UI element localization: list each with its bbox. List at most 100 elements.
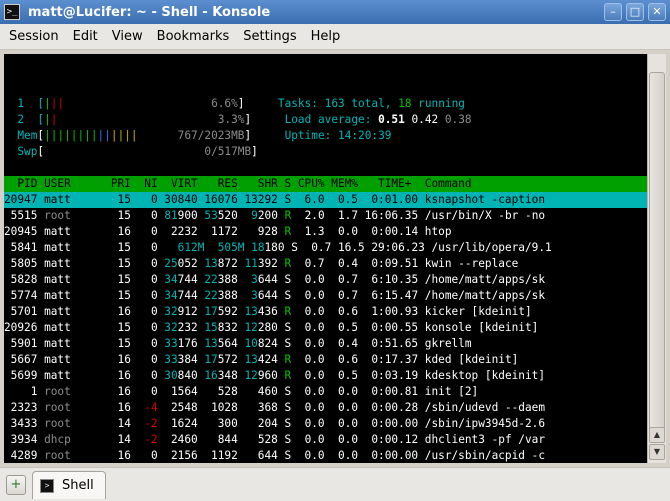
menu-edit[interactable]: Edit [66, 29, 105, 44]
process-row: 20926 matt 15 0 32232 15832 12280 S 0.0 … [4, 320, 538, 336]
terminal-text: -2 [144, 417, 158, 430]
menu-bookmarks[interactable]: Bookmarks [150, 29, 237, 44]
terminal-text: -2 [144, 433, 158, 446]
terminal-text: 9 [251, 209, 258, 222]
terminal-text: 200 [257, 209, 285, 222]
tab-label: Shell [62, 478, 94, 493]
terminal-text: 15 0 [70, 209, 165, 222]
process-row: 20945 matt 16 0 2232 1172 928 R 1.3 0.0 … [4, 224, 452, 240]
terminal-text: 6.6% [64, 97, 238, 110]
terminal-text: root [44, 401, 71, 414]
process-row: 1 root 16 0 1564 528 460 S 0.0 0.0 0:00.… [4, 384, 479, 400]
terminal-text: 13 [244, 353, 258, 366]
terminal-icon: > [40, 478, 54, 493]
terminal-text: 16 0 1564 528 460 S 0.0 0.0 0:00.81 init… [70, 385, 479, 398]
terminal-text: Uptime: [284, 129, 339, 142]
terminal-text: root [44, 449, 71, 462]
terminal-text: Load average: [284, 113, 379, 126]
terminal-text: 3934 [4, 433, 45, 446]
terminal-text: 384 [177, 353, 205, 366]
terminal-text: 163 [324, 97, 345, 110]
terminal-text: 5667 matt 16 0 [4, 353, 165, 366]
meter-line: 2 [|| 3.3%] Load average: 0.51 0.42 0.38 [4, 112, 471, 128]
menu-session[interactable]: Session [2, 29, 66, 44]
terminal-text: 388 [217, 273, 252, 286]
terminal-text: 767/2023MB [137, 129, 245, 142]
vertical-scrollbar[interactable]: ▲ ▼ [647, 54, 666, 463]
tab-bar: + > Shell [0, 467, 670, 501]
terminal-text: 2323 [4, 401, 45, 414]
terminal-text: 20945 matt 16 0 2232 1172 928 [4, 225, 285, 238]
maximize-icon[interactable]: □ [626, 3, 644, 21]
terminal-text: 14 [70, 417, 145, 430]
menu-help[interactable]: Help [304, 29, 348, 44]
terminal-text: ] [251, 145, 258, 158]
terminal-text: 34 [164, 273, 178, 286]
terminal-text: 5841 matt 15 0 [4, 241, 178, 254]
menu-view[interactable]: View [105, 29, 150, 44]
terminal-text: 11 [244, 257, 258, 270]
process-row: 5805 matt 15 0 25052 13872 11392 R 0.7 0… [4, 256, 519, 272]
process-row: 5699 matt 16 0 30840 16348 12960 R 0.0 0… [4, 368, 545, 384]
process-table-header: PID USER PRI NI VIRT RES SHR S CPU% MEM%… [4, 176, 647, 192]
tab-shell[interactable]: > Shell [32, 471, 106, 499]
menu-settings[interactable]: Settings [236, 29, 303, 44]
terminal-text: 0/517MB [44, 145, 252, 158]
terminal-text: root [44, 385, 71, 398]
terminal-text: 81 [164, 209, 178, 222]
scroll-up-icon[interactable]: ▲ [649, 427, 665, 443]
terminal-text: 180 S 0.7 16.5 29:06.23 /usr/lib/opera/9… [264, 241, 552, 254]
new-tab-icon[interactable]: + [6, 475, 26, 495]
terminal-text: 14 [70, 433, 145, 446]
terminal-text: 17 [204, 305, 218, 318]
terminal-text: 4289 [4, 449, 45, 462]
terminal-text: 744 [177, 273, 205, 286]
terminal-area[interactable]: 1 [||| 6.6%] Tasks: 163 total, 18 runnin… [4, 54, 647, 463]
terminal-text: | [44, 97, 51, 110]
terminal-text: 5901 matt 15 0 [4, 337, 165, 350]
terminal-text: 34 [164, 289, 178, 302]
close-icon[interactable]: ✕ [648, 3, 666, 21]
terminal-text: 13 [204, 257, 218, 270]
terminal-text: 520 [217, 209, 252, 222]
terminal-text: 564 [217, 337, 245, 350]
terminal-text: 840 [177, 369, 205, 382]
terminal-text: 5805 matt 15 0 [4, 257, 165, 270]
terminal-icon[interactable]: >_ [4, 4, 20, 20]
terminal-text: 5701 matt 16 0 [4, 305, 165, 318]
terminal-text: 2.0 1.7 16:06.35 /usr/bin/X -br -no [291, 209, 546, 222]
process-row: 5841 matt 15 0 612M 505M 18180 S 0.7 16.… [4, 240, 552, 256]
terminal-text: 12 [244, 369, 258, 382]
terminal-text: 0.0 0.5 0:03.19 kdesktop [kdeinit] [291, 369, 546, 382]
terminal-text: 900 [177, 209, 205, 222]
terminal-text: 18 [398, 97, 412, 110]
terminal-text: 33 [164, 353, 178, 366]
terminal-text: 13 [204, 337, 218, 350]
process-row: 3433 root 14 -2 1624 300 204 S 0.0 0.0 0… [4, 416, 545, 432]
terminal-text: 824 S 0.0 0.4 0:51.65 gkrellm [257, 337, 472, 350]
terminal-text: 644 S 0.0 0.7 6:15.47 /home/matt/apps/sk [257, 289, 546, 302]
scroll-down-icon[interactable]: ▼ [649, 444, 665, 460]
terminal-text: 1 [4, 385, 45, 398]
process-row: 4289 root 16 0 2156 1192 644 S 0.0 0.0 0… [4, 448, 545, 463]
terminal-text: 960 [257, 369, 285, 382]
terminal-text: dhcp [44, 433, 71, 446]
meter-line: Swp[ 0/517MB] [4, 144, 258, 160]
window-title: matt@Lucifer: ~ - Shell - Konsole [28, 4, 271, 20]
terminal-text: 53 [204, 209, 218, 222]
terminal-text: 5515 [4, 209, 45, 222]
terminal-text: 22 [204, 273, 218, 286]
scrollbar-thumb[interactable] [649, 72, 665, 442]
terminal-text: 22 [204, 289, 218, 302]
minimize-icon[interactable]: – [604, 3, 622, 21]
terminal-text: -4 [144, 401, 158, 414]
terminal-text: 176 [177, 337, 205, 350]
process-row: 5515 root 15 0 81900 53520 9200 R 2.0 1.… [4, 208, 545, 224]
terminal-text: total, [344, 97, 399, 110]
process-row-selected: 20947 matt 15 0 30840 16076 13292 S 6.0 … [4, 192, 647, 208]
terminal-text: 612M [177, 241, 205, 254]
terminal-text: 348 [217, 369, 245, 382]
process-row: 5828 matt 15 0 34744 22388 3644 S 0.0 0.… [4, 272, 545, 288]
